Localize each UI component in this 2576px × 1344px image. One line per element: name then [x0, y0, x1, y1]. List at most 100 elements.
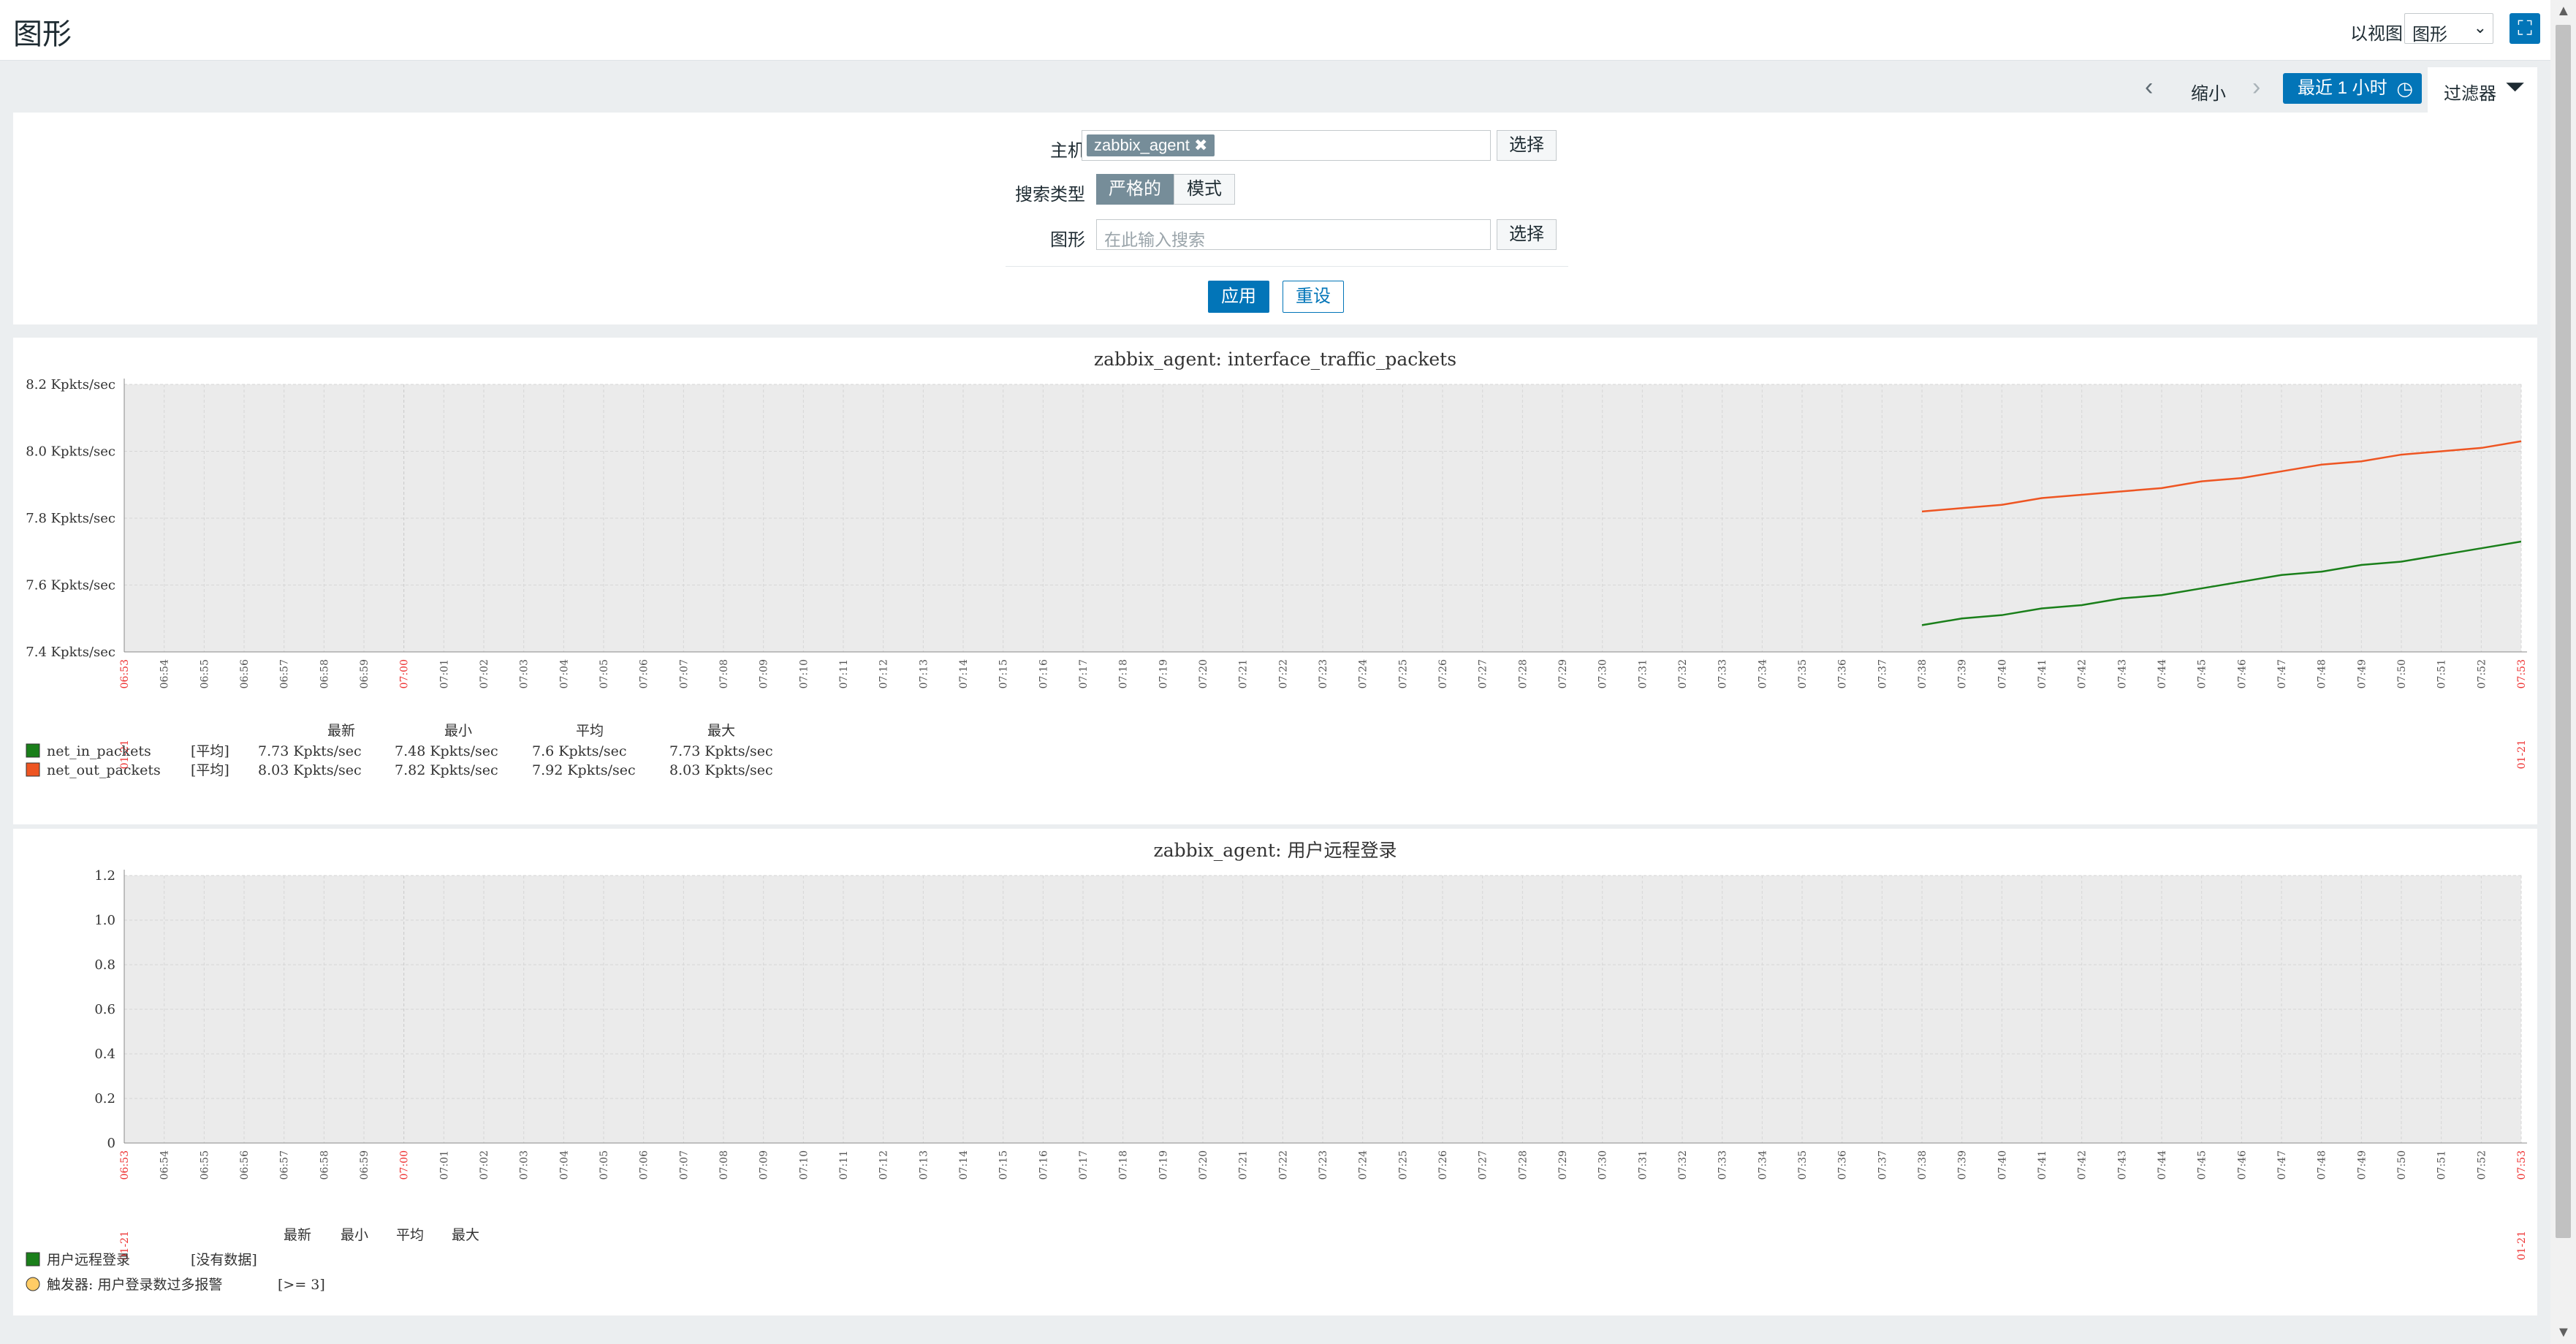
- view-as-label: 以视图: [2350, 24, 2403, 44]
- x-tick-label: 07:50: [2396, 1150, 2408, 1180]
- host-input[interactable]: zabbix_agent ✖: [1082, 130, 1491, 161]
- x-tick-label: 06:54: [159, 659, 171, 688]
- view-as-select[interactable]: 图形 ⌄: [2404, 13, 2493, 45]
- host-select-button[interactable]: 选择: [1497, 130, 1557, 161]
- x-tick-label: 07:21: [1238, 659, 1250, 688]
- x-tick-label: 07:25: [1397, 659, 1409, 688]
- view-as-value: 图形: [2412, 25, 2447, 45]
- x-tick-label: 07:24: [1358, 659, 1369, 688]
- x-tick-label: 07:07: [678, 659, 690, 688]
- graph-panel-login: zabbix_agent: 用户远程登录 06:53 06:54 06:55 06:56…: [13, 829, 2537, 1315]
- x-tick-label: 07:01: [438, 1150, 450, 1180]
- x-tick-label: 07:23: [1318, 1150, 1329, 1180]
- x-tick-label: 06:58: [319, 1150, 330, 1180]
- x-tick-label: 07:46: [2236, 659, 2248, 688]
- x-tick-label: 06:54: [159, 1150, 171, 1180]
- x-tick-label: 07:07: [678, 1150, 690, 1180]
- filter-tab[interactable]: 过滤器 ⏷: [2428, 67, 2537, 113]
- x-tick-label: 07:08: [718, 1150, 730, 1180]
- time-period-button[interactable]: 最近 1 小时 ◷: [2283, 73, 2422, 104]
- search-type-label: 搜索类型: [1015, 185, 1085, 205]
- x-tick-label: 07:43: [2116, 659, 2128, 688]
- legend-max: 7.73 Kpkts/sec: [669, 743, 773, 759]
- x-tick-label: 07:11: [838, 659, 850, 688]
- search-type-strict[interactable]: 严格的: [1096, 174, 1174, 205]
- x-tick-label: 07:08: [718, 659, 730, 688]
- chevron-right-icon[interactable]: ›: [2252, 73, 2260, 102]
- x-tick-label: 07:14: [958, 659, 970, 688]
- x-tick-label: 07:18: [1118, 1150, 1130, 1180]
- x-tick-label: 06:53: [119, 659, 131, 688]
- x-tick-label: 07:30: [1597, 659, 1609, 688]
- y-tick-label: 0.4: [94, 1047, 115, 1062]
- x-tick-label: 07:09: [759, 659, 770, 688]
- scroll-down-arrow-icon[interactable]: ▼: [2556, 1324, 2571, 1341]
- x-tick-label: 07:40: [1996, 659, 2008, 688]
- x-tick-label: 07:04: [558, 659, 570, 688]
- x-tick-label: 07:53: [2516, 659, 2528, 688]
- y-tick-label: 7.6 Kpkts/sec: [26, 578, 115, 593]
- x-tick-label: 07:46: [2236, 1150, 2248, 1180]
- divider: [1006, 266, 1568, 267]
- x-tick-label: 07:24: [1358, 1150, 1369, 1180]
- trigger-cond: [>= 3]: [278, 1277, 325, 1293]
- x-tick-label: 07:16: [1038, 659, 1049, 688]
- x-tick-label: 07:16: [1038, 1150, 1049, 1180]
- close-icon[interactable]: ✖: [1194, 136, 1207, 154]
- traffic-graph: zabbix_agent: interface_traffic_packets 0…: [26, 349, 2528, 778]
- filter-panel: 主机 zabbix_agent ✖ 选择 搜索类型 严格的 模式 图形 在此输入…: [13, 113, 2537, 324]
- login-graph: zabbix_agent: 用户远程登录 06:53 06:54 06:55 06:56…: [26, 840, 2528, 1293]
- x-tick-label: 07:06: [639, 1150, 650, 1180]
- reset-button[interactable]: 重设: [1283, 281, 1344, 313]
- graph-search-input[interactable]: 在此输入搜索: [1096, 219, 1491, 250]
- x-tick-label: 06:59: [359, 659, 371, 688]
- apply-button[interactable]: 应用: [1208, 281, 1269, 313]
- x-tick-label: 07:32: [1677, 659, 1689, 688]
- x-tick-label: 07:52: [2476, 659, 2488, 688]
- x-tick-label: 07:26: [1437, 659, 1449, 688]
- x-tick-label: 07:28: [1517, 659, 1529, 688]
- x-tick-label: 07:38: [1917, 1150, 1929, 1180]
- legend-swatch: [26, 1252, 40, 1267]
- x-tick-label: 07:10: [798, 1150, 810, 1180]
- graph-select-button[interactable]: 选择: [1497, 219, 1557, 250]
- legend-header: 最小: [341, 1227, 368, 1243]
- x-tick-label: 07:41: [2037, 659, 2048, 688]
- x-tick-label: 07:40: [1996, 1150, 2008, 1180]
- legend-name: net_out_packets: [47, 762, 161, 778]
- x-tick-label: 07:19: [1158, 659, 1169, 688]
- scrollbar[interactable]: ▲ ▼: [2550, 0, 2576, 1344]
- x-tick-label: 07:02: [479, 659, 490, 688]
- zoom-out-button[interactable]: 缩小: [2191, 79, 2226, 105]
- chevron-left-icon[interactable]: ‹: [2145, 73, 2153, 102]
- x-tick-label: 07:06: [639, 659, 650, 688]
- y-tick-label: 8.0 Kpkts/sec: [26, 444, 115, 460]
- x-tick-label: 07:32: [1677, 1150, 1689, 1180]
- scroll-thumb[interactable]: [2556, 25, 2571, 1238]
- legend-swatch: [26, 743, 40, 758]
- graph-title: zabbix_agent: interface_traffic_packets: [1094, 349, 1456, 370]
- x-tick-label: 07:04: [558, 1150, 570, 1180]
- x-tick-label: 07:13: [918, 1150, 930, 1180]
- y-tick-label: 0.2: [94, 1091, 115, 1106]
- chevron-down-icon: ⌄: [2473, 18, 2487, 37]
- y-tick-label: 0.8: [94, 957, 115, 973]
- fullscreen-icon: ⛶: [2518, 17, 2532, 39]
- legend-max: 8.03 Kpkts/sec: [669, 762, 773, 778]
- x-tick-label: 07:48: [2317, 659, 2328, 688]
- x-tick-label: 07:27: [1478, 659, 1489, 688]
- x-tick-label: 07:36: [1837, 659, 1849, 688]
- fullscreen-button[interactable]: ⛶: [2509, 13, 2540, 44]
- x-tick-label: 07:00: [399, 659, 411, 688]
- graph-label: 图形: [1050, 230, 1085, 250]
- legend-min: 7.48 Kpkts/sec: [395, 743, 498, 759]
- legend-header: 平均: [396, 1227, 424, 1243]
- search-type-pattern[interactable]: 模式: [1174, 174, 1235, 205]
- x-tick-label: 07:39: [1957, 659, 1969, 688]
- x-tick-label: 07:21: [1238, 1150, 1250, 1180]
- trigger-swatch: [26, 1277, 40, 1291]
- scroll-up-arrow-icon[interactable]: ▲: [2556, 3, 2571, 20]
- x-tick-label: 07:37: [1877, 1150, 1888, 1180]
- graph-search-placeholder: 在此输入搜索: [1104, 230, 1205, 249]
- legend-name: 用户远程登录: [47, 1252, 130, 1268]
